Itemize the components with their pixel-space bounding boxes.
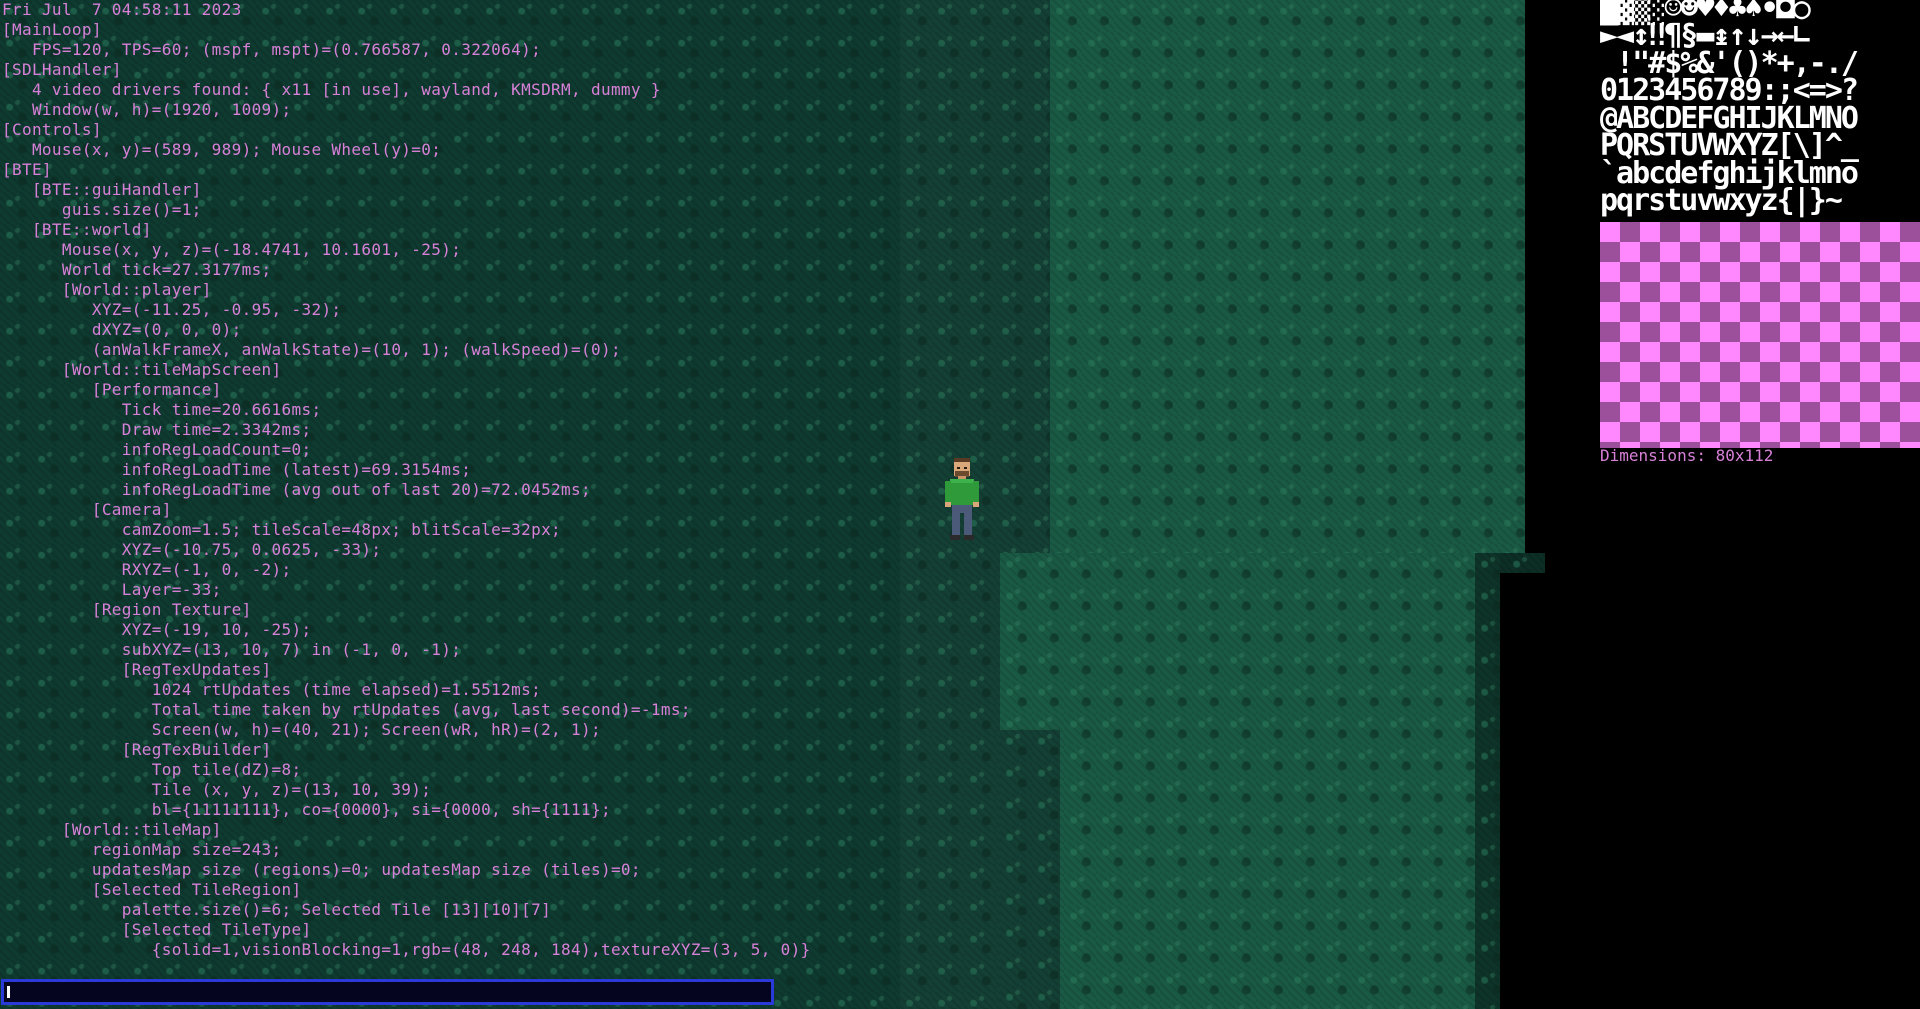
debug-line: FPS=120, TPS=60; (mspf, mspt)=(0.766587,…	[2, 40, 542, 59]
terrain-region-shaded	[1000, 730, 1060, 1009]
console-caret	[7, 986, 10, 998]
debug-line: Layer=-33;	[2, 580, 222, 599]
player-character-sprite	[942, 458, 982, 542]
debug-line: bl={11111111}, co={0000}, si={0000, sh={…	[2, 800, 611, 819]
debug-line: updatesMap size (regions)=0; updatesMap …	[2, 860, 641, 879]
debug-line: [Region Texture]	[2, 600, 252, 619]
font-atlas-glyphs: █▓▒░☺☻♥♦♣♠•◘○ ►◄↕‼¶§▬↨↑↓→←∟ !"#$%&'()*+,…	[1600, 0, 1920, 222]
terrain-shadow-edge	[1475, 553, 1500, 1009]
debug-line: infoRegLoadCount=0;	[2, 440, 312, 459]
debug-line: [World::tileMapScreen]	[2, 360, 282, 379]
debug-line: RXYZ=(-1, 0, -2);	[2, 560, 292, 579]
debug-timestamp: Fri Jul 7 04:58:11 2023	[2, 0, 242, 19]
debug-line: [Camera]	[2, 500, 172, 519]
debug-line: infoRegLoadTime (avg out of last 20)=72.…	[2, 480, 591, 499]
debug-line: Screen(w, h)=(40, 21); Screen(wR, hR)=(2…	[2, 720, 601, 739]
debug-line: guis.size()=1;	[2, 200, 202, 219]
texture-viewer-panel: █▓▒░☺☻♥♦♣♠•◘○ ►◄↕‼¶§▬↨↑↓→←∟ !"#$%&'()*+,…	[1600, 0, 1920, 470]
debug-line: World tick=27.3177ms;	[2, 260, 272, 279]
debug-line: dXYZ=(0, 0, 0);	[2, 320, 242, 339]
debug-line: XYZ=(-11.25, -0.95, -32);	[2, 300, 342, 319]
game-viewport[interactable]: Fri Jul 7 04:58:11 2023 [MainLoop] FPS=12…	[0, 0, 1920, 1009]
debug-line: [Performance]	[2, 380, 222, 399]
debug-line: Total time taken by rtUpdates (avg, last…	[2, 700, 691, 719]
debug-line: Top tile(dZ)=8;	[2, 760, 302, 779]
debug-line: [Selected TileRegion]	[2, 880, 302, 899]
debug-line: Draw time=2.3342ms;	[2, 420, 312, 439]
player-icon	[945, 458, 979, 540]
debug-line: camZoom=1.5; tileScale=48px; blitScale=3…	[2, 520, 562, 539]
debug-line: [MainLoop]	[2, 20, 102, 39]
atlas-row: pqrstuvwxyz{|}~	[1600, 183, 1843, 218]
terrain-region-bright-lower	[1000, 553, 1475, 1009]
debug-line: {solid=1,visionBlocking=1,rgb=(48, 248, …	[2, 940, 811, 959]
debug-line: infoRegLoadTime (latest)=69.3154ms;	[2, 460, 472, 479]
debug-line: palette.size()=6; Selected Tile [13][10]…	[2, 900, 552, 919]
debug-line: [RegTexUpdates]	[2, 660, 272, 679]
debug-line: Mouse(x, y, z)=(-18.4741, 10.1601, -25);	[2, 240, 462, 259]
debug-line: 1024 rtUpdates (time elapsed)=1.5512ms;	[2, 680, 542, 699]
debug-line: Mouse(x, y)=(589, 989); Mouse Wheel(y)=0…	[2, 140, 442, 159]
console-input[interactable]	[4, 982, 771, 1002]
missing-texture-checkerboard	[1600, 222, 1920, 448]
debug-info-overlay: Fri Jul 7 04:58:11 2023 [MainLoop] FPS=12…	[2, 0, 811, 960]
texture-dimensions-label: Dimensions: 80x112	[1600, 446, 1774, 465]
debug-line: Tile (x, y, z)=(13, 10, 39);	[2, 780, 432, 799]
command-console[interactable]	[1, 979, 774, 1005]
font-atlas-texture: █▓▒░☺☻♥♦♣♠•◘○ ►◄↕‼¶§▬↨↑↓→←∟ !"#$%&'()*+,…	[1600, 0, 1920, 222]
debug-line: Tick time=20.6616ms;	[2, 400, 322, 419]
debug-line: [SDLHandler]	[2, 60, 122, 79]
debug-line: [RegTexBuilder]	[2, 740, 272, 759]
debug-line: XYZ=(-19, 10, -25);	[2, 620, 312, 639]
debug-line: [World::tileMap]	[2, 820, 222, 839]
debug-line: XYZ=(-10.75, 0.0625, -33);	[2, 540, 382, 559]
debug-line: (anWalkFrameX, anWalkState)=(10, 1); (wa…	[2, 340, 621, 359]
debug-line: [BTE::guiHandler]	[2, 180, 202, 199]
debug-line: regionMap size=243;	[2, 840, 282, 859]
debug-line: subXYZ=(13, 10, 7) in (-1, 0, -1);	[2, 640, 462, 659]
debug-line: [Selected TileType]	[2, 920, 312, 939]
debug-line: [Controls]	[2, 120, 102, 139]
terrain-region-bright-upper	[1050, 0, 1525, 553]
debug-line: [World::player]	[2, 280, 212, 299]
debug-line: [BTE]	[2, 160, 52, 179]
debug-line: Window(w, h)=(1920, 1009);	[2, 100, 292, 119]
debug-line: 4 video drivers found: { x11 [in use], w…	[2, 80, 661, 99]
debug-line: [BTE::world]	[2, 220, 152, 239]
